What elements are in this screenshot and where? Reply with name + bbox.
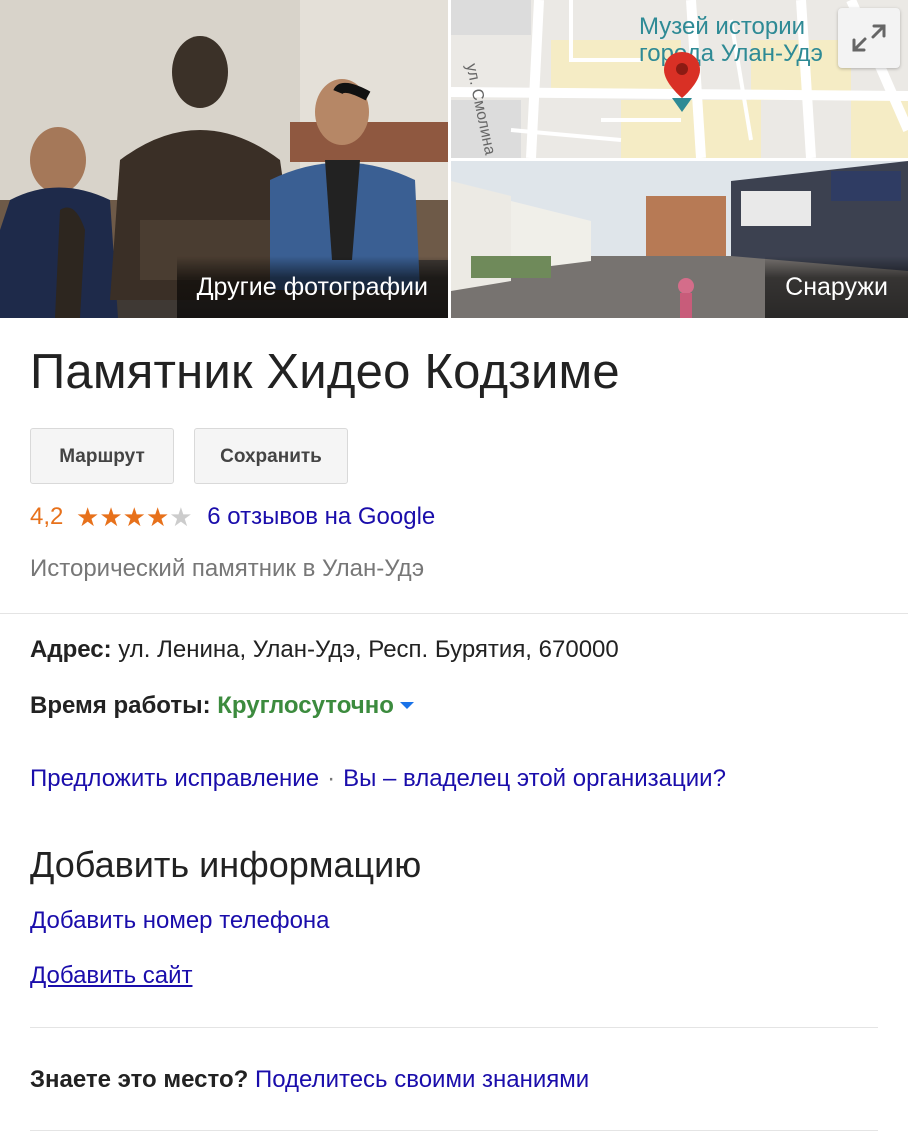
add-site-link[interactable]: Добавить сайт (30, 962, 192, 989)
address-label: Адрес: (30, 636, 112, 663)
owner-link[interactable]: Вы – владелец этой организации? (343, 765, 726, 792)
share-knowledge-link[interactable]: Поделитесь своими знаниями (255, 1066, 589, 1093)
separator-dot: · (327, 765, 336, 792)
star-icon: ★ (122, 502, 146, 532)
place-category: Исторический памятник в Улан-Удэ (30, 555, 425, 582)
divider (30, 1130, 878, 1131)
main-photo[interactable]: Другие фотографии (0, 0, 448, 318)
rating-stars: ★★★★★ (76, 502, 193, 533)
place-title: Памятник Хидео Кодзиме (30, 345, 620, 399)
star-icon: ★ (145, 502, 170, 532)
address-row: Адрес: ул. Ленина, Улан-Удэ, Респ. Бурят… (30, 636, 619, 664)
expand-map-button[interactable] (838, 8, 900, 68)
edit-links-row: Предложить исправление · Вы – владелец это… (30, 765, 726, 793)
route-button[interactable]: Маршрут (30, 428, 174, 484)
rating-value: 4,2 (30, 503, 64, 530)
star-empty-icon: ★ (169, 502, 193, 532)
divider (30, 1027, 878, 1028)
add-phone-row: Добавить номер телефона (30, 907, 330, 935)
expand-icon (852, 24, 886, 52)
hours-row: Время работы: Круглосуточно (30, 692, 414, 720)
star-icon: ★ (99, 502, 123, 532)
star-icon: ★ (76, 502, 100, 532)
suggest-edit-link[interactable]: Предложить исправление (30, 765, 319, 792)
rating-row: 4,2 ★★★★★ 6 отзывов на Google (30, 502, 435, 536)
know-place-row: Знаете это место? Поделитесь своими знан… (30, 1066, 589, 1094)
more-photos-label[interactable]: Другие фотографии (176, 256, 448, 318)
divider (0, 613, 908, 614)
save-button[interactable]: Сохранить (194, 428, 348, 484)
dropdown-caret-icon[interactable] (399, 702, 414, 709)
know-question: Знаете это место? (30, 1066, 249, 1093)
street-view-thumbnail[interactable]: Снаружи (451, 161, 908, 318)
reviews-link[interactable]: 6 отзывов на Google (207, 503, 435, 530)
add-phone-link[interactable]: Добавить номер телефона (30, 907, 330, 934)
outside-label[interactable]: Снаружи (765, 256, 908, 318)
add-site-row: Добавить сайт (30, 962, 192, 990)
address-value: ул. Ленина, Улан-Удэ, Респ. Бурятия, 670… (118, 636, 619, 663)
media-strip: Другие фотографии ул. Смолина Музей исто… (0, 0, 908, 318)
add-info-heading: Добавить информацию (30, 844, 422, 885)
hours-label: Время работы: (30, 692, 211, 719)
hours-value[interactable]: Круглосуточно (217, 692, 394, 719)
map-thumbnail[interactable]: ул. Смолина Музей истории города Улан-Уд… (451, 0, 908, 158)
